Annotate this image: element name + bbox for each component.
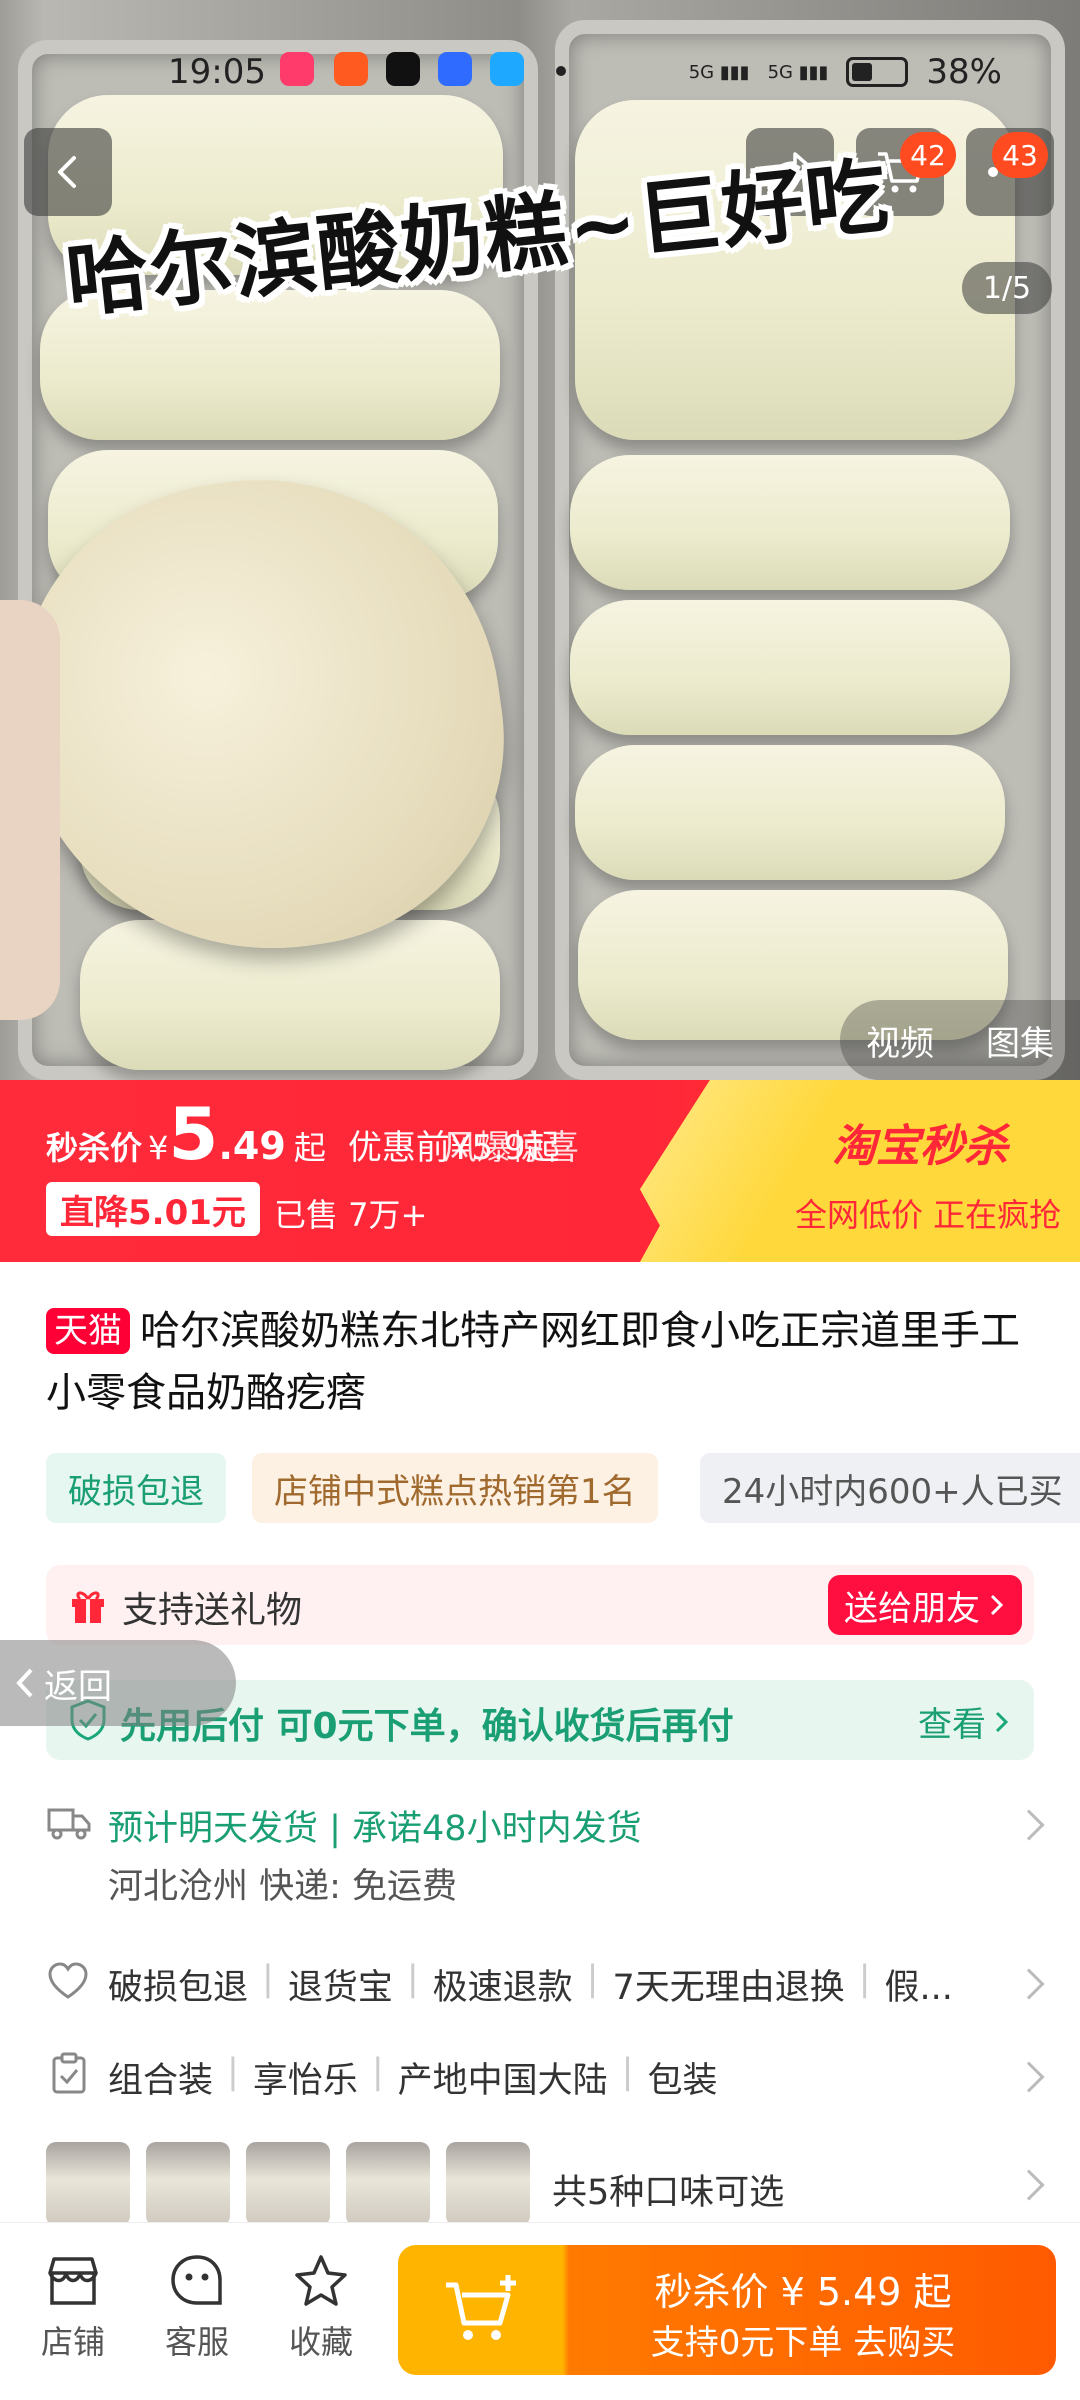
chevron-right-icon <box>990 1594 1004 1616</box>
price-integer: 5 <box>168 1092 219 1176</box>
status-time: 19:05 <box>168 52 266 92</box>
chevron-right-icon <box>995 1711 1009 1732</box>
product-title: 天猫 哈尔滨酸奶糕东北特产网红即食小吃正宗道里手工小零食品奶酪疙瘩 <box>46 1308 1020 1416</box>
store-icon <box>48 2257 98 2305</box>
heart-shield-icon <box>48 1962 88 1999</box>
pay-later-view-link[interactable]: 查看 <box>918 1697 1010 1746</box>
more-count-badge: 43 <box>992 132 1048 178</box>
variant-thumbnail[interactable] <box>446 2142 530 2226</box>
shipping-origin: 河北沧州 快递: 免运费 <box>108 1867 458 1907</box>
flash-sale-subtext: 全网低价 正在疯抢 <box>795 1196 1062 1234</box>
chevron-left-icon <box>58 156 76 188</box>
taobao-notification-icon <box>334 52 368 86</box>
guarantee-list: 破损包退 | 退货宝 | 极速退款 | 7天无理由退换 | 假... <box>108 1959 953 2008</box>
star-icon <box>295 2255 347 2306</box>
chevron-left-icon <box>16 1668 33 1698</box>
variant-row[interactable]: 共5种口味可选 <box>0 2130 1080 2230</box>
price-label: 秒杀价 <box>46 1129 143 1167</box>
spec-list: 组合装 | 享怡乐 | 产地中国大陆 | 包装 <box>108 2052 718 2101</box>
signal-icon: 5G ▮▮▮ <box>688 61 750 83</box>
media-tabs: 视频 图集 <box>840 1000 1080 1080</box>
battery-percent: 38% <box>926 52 1002 92</box>
send-to-friend-button[interactable]: 送给朋友 <box>828 1575 1022 1635</box>
tmall-badge: 天猫 <box>46 1308 130 1354</box>
image-pager: 1/5 <box>962 262 1052 314</box>
gift-icon <box>72 1591 104 1623</box>
hand <box>0 600 60 1020</box>
app-notification-icon <box>280 52 314 86</box>
video-notification-icon <box>490 52 524 86</box>
chat-face-icon <box>171 2255 222 2305</box>
shipping-promise: 预计明天发货 | 承诺48小时内发货 <box>108 1809 642 1849</box>
tag-recent-buyers: 24小时内600+人已买 <box>700 1453 1080 1523</box>
truck-icon <box>47 1808 91 1840</box>
variant-thumbnail[interactable] <box>346 2142 430 2226</box>
gift-row: 支持送礼物 送给朋友 <box>46 1565 1034 1645</box>
return-float-button[interactable]: 返回 <box>0 1640 236 1726</box>
price-suffix: 起 <box>293 1129 326 1167</box>
tag-bestseller: 店铺中式糕点热销第1名 <box>252 1453 658 1523</box>
favorite-button[interactable]: 收藏 <box>266 2253 376 2363</box>
variant-thumbnail[interactable] <box>246 2142 330 2226</box>
tag-damage-refund: 破损包退 <box>46 1453 226 1523</box>
status-bar: 19:05 5G ▮▮▮ 5G ▮▮▮ 38% <box>0 40 1080 110</box>
chevron-right-icon <box>1013 1809 1045 1841</box>
buy-button[interactable]: 秒杀价 ¥ 5.49 起 支持0元下单 去购买 <box>398 2245 1056 2375</box>
buy-subtext: 支持0元下单 去购买 <box>650 2323 956 2363</box>
original-price-text: 优惠前¥5.9起 风爆惊喜 <box>347 1128 579 1168</box>
cart-count-badge: 42 <box>900 132 956 178</box>
price-decimal: .49 <box>218 1124 286 1168</box>
tab-gallery[interactable]: 图集 <box>986 1016 1054 1065</box>
chevron-right-icon <box>1013 2169 1045 2201</box>
clipboard-icon <box>52 2052 86 2094</box>
price-drop-badge: 直降5.01元 <box>46 1182 260 1236</box>
sold-count: 已售 7万+ <box>274 1196 428 1234</box>
signal-icon-2: 5G ▮▮▮ <box>767 61 829 83</box>
store-button[interactable]: 店铺 <box>18 2253 128 2363</box>
tab-video[interactable]: 视频 <box>866 1016 934 1065</box>
tiktok-notification-icon <box>386 52 420 86</box>
taobao-flash-sale-logo: 淘宝秒杀 <box>832 1121 1008 1172</box>
dot-icon <box>556 66 566 76</box>
shipping-row[interactable]: 预计明天发货 | 承诺48小时内发货 河北沧州 快递: 免运费 <box>0 1790 1080 1910</box>
guarantee-row[interactable]: 破损包退 | 退货宝 | 极速退款 | 7天无理由退换 | 假... <box>0 1955 1080 2015</box>
variant-thumbnail[interactable] <box>146 2142 230 2226</box>
chevron-right-icon <box>1013 2061 1045 2093</box>
buy-price: 秒杀价 ¥ 5.49 起 <box>654 2270 952 2314</box>
customer-service-button[interactable]: 客服 <box>142 2253 252 2363</box>
product-image-carousel[interactable]: 19:05 5G ▮▮▮ 5G ▮▮▮ 38% 42 43 哈尔滨酸奶糕~巨好吃… <box>0 0 1080 1080</box>
bottom-action-bar: 店铺 客服 收藏 秒杀价 ¥ 5.49 起 支持0元下单 去购买 <box>0 2222 1080 2400</box>
back-button[interactable] <box>24 128 112 216</box>
variant-thumbnail[interactable] <box>46 2142 130 2226</box>
variant-count-text: 共5种口味可选 <box>552 2173 785 2213</box>
price-currency: ¥ <box>148 1129 169 1167</box>
chevron-right-icon <box>1013 1968 1045 2000</box>
specs-row[interactable]: 组合装 | 享怡乐 | 产地中国大陆 | 包装 <box>0 2048 1080 2108</box>
flash-sale-banner: 秒杀价 ¥ 5 .49 起 优惠前¥5.9起 风爆惊喜 直降5.01元 已售 7… <box>0 1080 1080 1262</box>
baidu-notification-icon <box>438 52 472 86</box>
promo-price-row: 秒杀价 ¥ 5 .49 起 优惠前¥5.9起 风爆惊喜 <box>46 1092 579 1176</box>
battery-icon <box>846 57 909 87</box>
gift-label: 支持送礼物 <box>122 1590 303 1631</box>
add-to-cart-icon <box>446 2275 516 2340</box>
